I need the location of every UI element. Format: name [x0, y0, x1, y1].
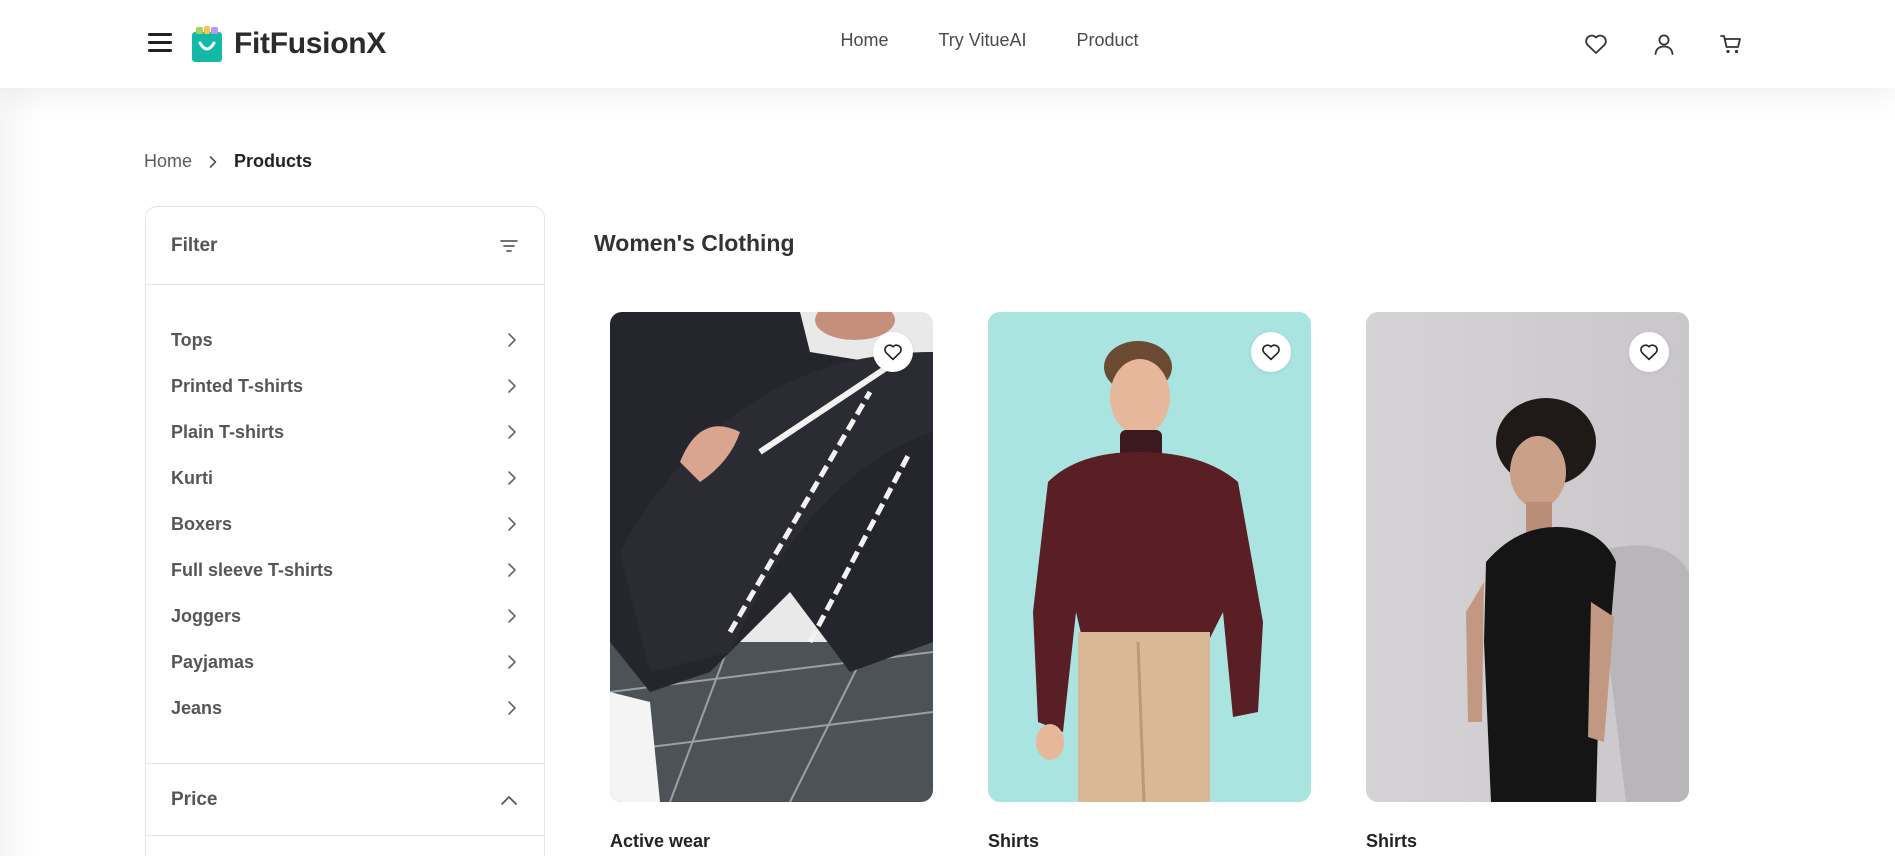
top-header: FitFusionX Home Try VitueAI Product	[0, 0, 1895, 88]
category-item-payjamas[interactable]: Payjamas	[146, 639, 544, 685]
filter-title: Filter	[171, 234, 218, 256]
category-label: Full sleeve T-shirts	[171, 559, 334, 580]
price-title: Price	[171, 788, 218, 810]
shopping-cart-icon[interactable]	[1717, 30, 1745, 58]
category-label: Boxers	[171, 513, 233, 534]
category-label: Joggers	[171, 605, 242, 626]
chevron-right-icon	[505, 378, 519, 394]
price-accordion-header[interactable]: Price	[146, 764, 544, 836]
main-nav: Home Try VitueAI Product	[0, 30, 1895, 51]
filter-panel: Filter Tops Printed T-shirts Plain T-shi…	[145, 206, 545, 856]
section-title: Women's Clothing	[594, 230, 795, 256]
product-card[interactable]: Active wear	[610, 312, 933, 851]
filter-header: Filter	[146, 207, 544, 285]
category-item-jeans[interactable]: Jeans	[146, 685, 544, 731]
man-black-tshirt-image	[1366, 312, 1689, 802]
category-item-printed-tshirts[interactable]: Printed T-shirts	[146, 363, 544, 409]
product-image[interactable]	[1366, 312, 1689, 802]
user-account-icon[interactable]	[1650, 30, 1678, 58]
product-card[interactable]: Shirts	[988, 312, 1311, 851]
category-label: Kurti	[171, 467, 213, 488]
breadcrumb-current: Products	[234, 151, 313, 171]
category-item-kurti[interactable]: Kurti	[146, 455, 544, 501]
breadcrumb-home-link[interactable]: Home	[144, 151, 192, 172]
heart-icon[interactable]	[1251, 332, 1291, 372]
chevron-right-icon	[206, 155, 220, 169]
product-name[interactable]: Shirts	[988, 831, 1039, 852]
chevron-right-icon	[505, 332, 519, 348]
chevron-right-icon	[505, 470, 519, 486]
product-name[interactable]: Active wear	[610, 831, 710, 852]
heart-icon[interactable]	[873, 332, 913, 372]
product-name[interactable]: Shirts	[1366, 831, 1417, 852]
nav-home[interactable]: Home	[840, 30, 888, 51]
heart-icon[interactable]	[1629, 332, 1669, 372]
nav-product[interactable]: Product	[1077, 30, 1139, 51]
category-item-joggers[interactable]: Joggers	[146, 593, 544, 639]
product-card[interactable]: Shirts	[1366, 312, 1689, 851]
category-item-tops[interactable]: Tops	[146, 317, 544, 363]
category-item-full-sleeve-tshirts[interactable]: Full sleeve T-shirts	[146, 547, 544, 593]
category-item-boxers[interactable]: Boxers	[146, 501, 544, 547]
category-label: Tops	[171, 329, 213, 350]
man-sitting-black-tracksuit-image	[610, 312, 933, 802]
chevron-right-icon	[505, 608, 519, 624]
category-list: Tops Printed T-shirts Plain T-shirts Kur…	[146, 285, 544, 731]
category-label: Payjamas	[171, 651, 255, 672]
chevron-right-icon	[505, 700, 519, 716]
price-section: Price	[146, 763, 544, 836]
category-label: Printed T-shirts	[171, 375, 304, 396]
chevron-right-icon	[505, 562, 519, 578]
chevron-right-icon	[505, 654, 519, 670]
product-image[interactable]	[610, 312, 933, 802]
filter-lines-icon[interactable]	[499, 238, 519, 254]
category-label: Jeans	[171, 697, 223, 718]
wishlist-heart-icon[interactable]	[1582, 30, 1610, 58]
category-item-plain-tshirts[interactable]: Plain T-shirts	[146, 409, 544, 455]
chevron-up-icon	[499, 793, 519, 807]
category-label: Plain T-shirts	[171, 421, 285, 442]
chevron-right-icon	[505, 424, 519, 440]
man-maroon-turtleneck-image	[988, 312, 1311, 802]
product-image[interactable]	[988, 312, 1311, 802]
left-edge-shadow	[0, 88, 40, 856]
chevron-right-icon	[505, 516, 519, 532]
nav-try-vitueai[interactable]: Try VitueAI	[938, 30, 1026, 51]
breadcrumb: Home Products	[144, 151, 312, 172]
